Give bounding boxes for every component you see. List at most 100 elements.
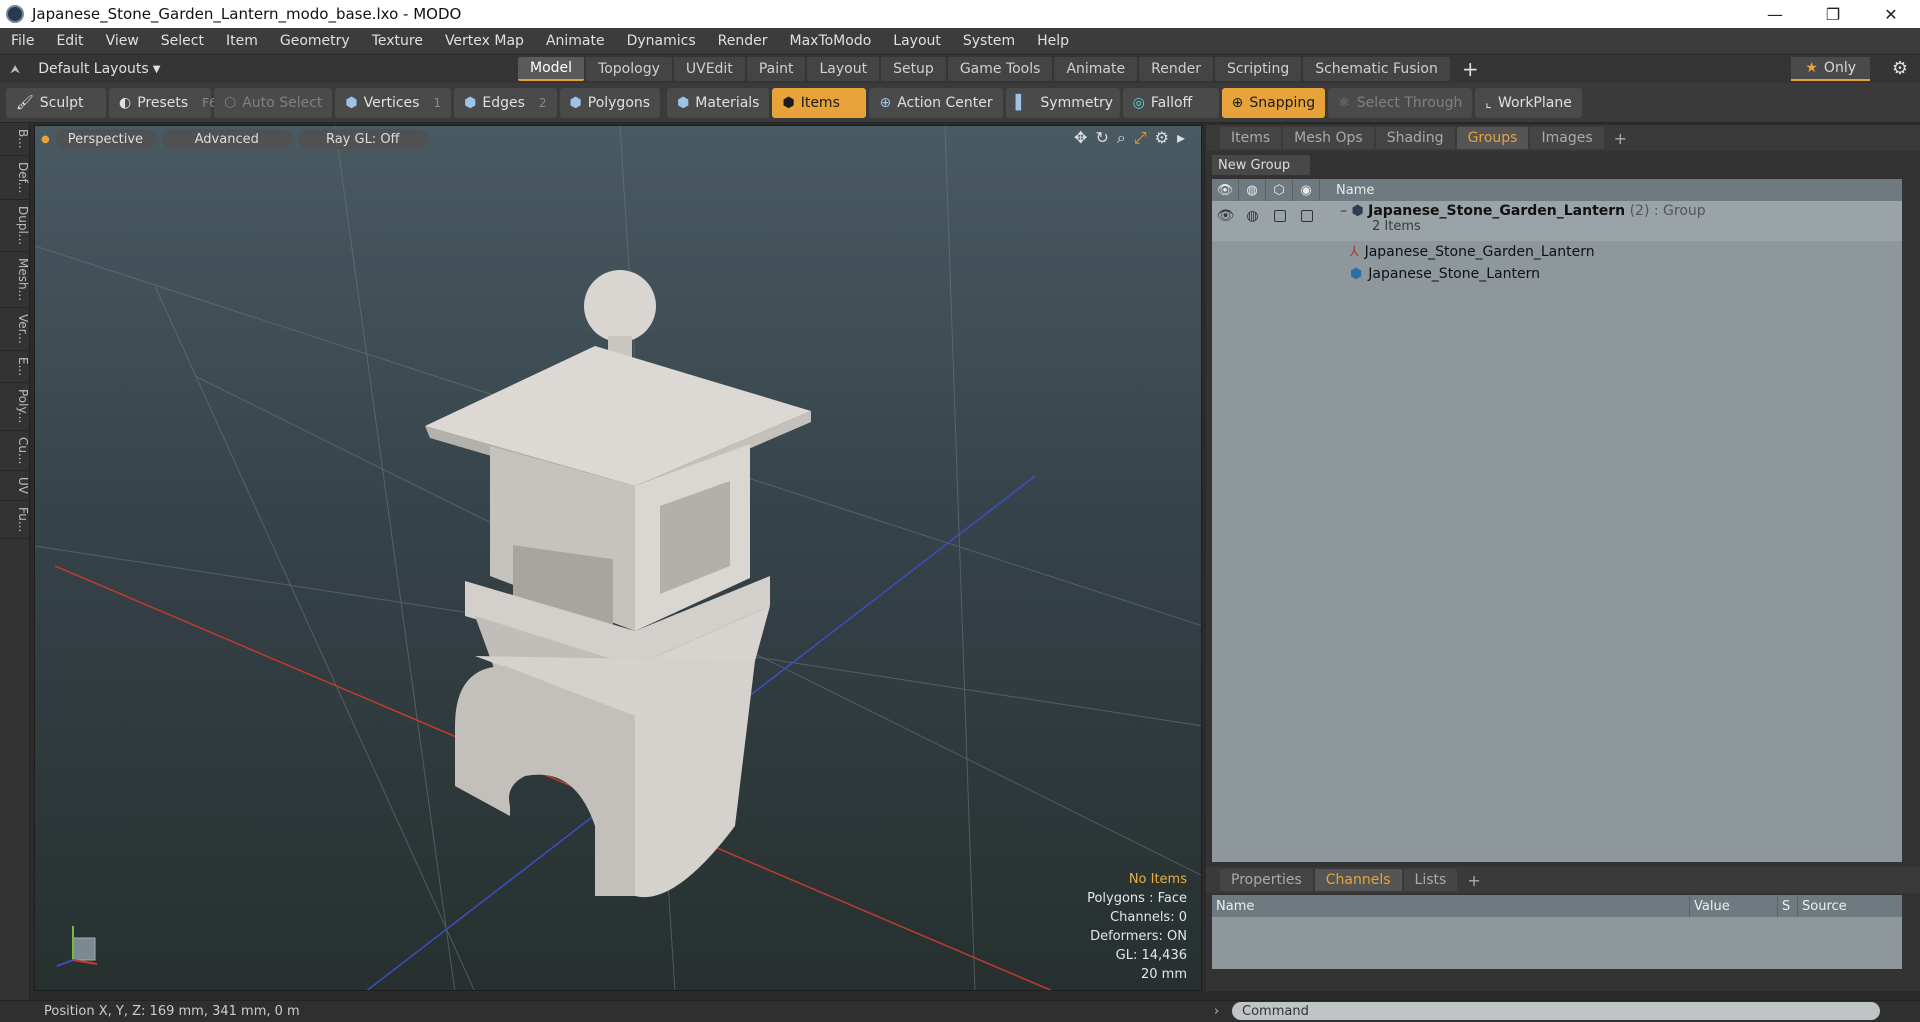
viewport-menu-icon[interactable]: ●	[41, 134, 50, 145]
channel-source-column[interactable]: Source	[1798, 895, 1902, 917]
tab-topology[interactable]: Topology	[586, 57, 672, 81]
add-properties-tab-button[interactable]: +	[1459, 871, 1488, 890]
command-input[interactable]: Command	[1232, 1002, 1880, 1020]
select-through-button[interactable]: ⚛ Select Through	[1328, 87, 1473, 118]
tab-images[interactable]: Images	[1530, 127, 1604, 149]
perspective-dropdown[interactable]: Perspective	[55, 129, 156, 149]
menu-geometry[interactable]: Geometry	[269, 33, 361, 49]
group-lock-checkbox[interactable]	[1266, 205, 1293, 227]
symmetry-button[interactable]: ▌ Symmetry	[1005, 87, 1120, 118]
tab-layout[interactable]: Layout	[807, 57, 880, 81]
default-layouts-dropdown[interactable]: Default Layouts ▼	[30, 61, 168, 77]
menu-help[interactable]: Help	[1026, 33, 1080, 49]
lock-column-icon[interactable]: ⬡	[1266, 179, 1293, 201]
name-column-header[interactable]: Name	[1320, 183, 1374, 198]
workplane-button[interactable]: ⌞ WorkPlane	[1475, 87, 1582, 118]
items-button[interactable]: ⬢ Items	[772, 87, 867, 118]
menu-layout[interactable]: Layout	[882, 33, 952, 49]
menu-item[interactable]: Item	[215, 33, 269, 49]
strip-tab-curve[interactable]: Cu...	[0, 431, 30, 472]
group-row[interactable]: 👁 ◍ – ⬢ Japanese_Stone_Garden_Lantern (2…	[1212, 201, 1902, 241]
menu-maxtomodo[interactable]: MaxToModo	[779, 33, 883, 49]
tab-groups[interactable]: Groups	[1456, 127, 1529, 149]
strip-tab-polygon[interactable]: Poly...	[0, 383, 30, 431]
maximize-button[interactable]: ❐	[1804, 0, 1862, 28]
vertices-button[interactable]: ⬢ Vertices 1	[335, 87, 452, 118]
materials-button[interactable]: ⬢ Materials	[667, 87, 770, 118]
menu-system[interactable]: System	[952, 33, 1026, 49]
tab-channels[interactable]: Channels	[1314, 869, 1402, 891]
group-visibility-icon[interactable]: 👁	[1212, 205, 1239, 227]
strip-tab-deform[interactable]: Def...	[0, 156, 30, 201]
polygons-button[interactable]: ⬢ Polygons	[559, 87, 661, 118]
gear-icon[interactable]: ⚙	[1892, 58, 1908, 79]
visibility-column-icon[interactable]: 👁	[1212, 179, 1239, 201]
strip-tab-mesh[interactable]: Mesh...	[0, 252, 30, 309]
select-column-icon[interactable]: ◉	[1293, 179, 1320, 201]
tab-animate[interactable]: Animate	[1054, 57, 1138, 81]
channel-s-column[interactable]: S	[1778, 895, 1798, 917]
strip-tab-fusion[interactable]: Fu...	[0, 501, 30, 540]
collapse-icon[interactable]: –	[1340, 203, 1347, 219]
polygons-label: Polygons	[587, 94, 651, 111]
advanced-dropdown[interactable]: Advanced	[161, 129, 292, 149]
menu-select[interactable]: Select	[150, 33, 215, 49]
tab-paint[interactable]: Paint	[746, 57, 806, 81]
tab-game-tools[interactable]: Game Tools	[947, 57, 1053, 81]
add-panel-tab-button[interactable]: +	[1606, 129, 1635, 148]
tab-lists[interactable]: Lists	[1403, 869, 1458, 891]
strip-tab-edge[interactable]: E...	[0, 351, 30, 384]
tab-setup[interactable]: Setup	[881, 57, 946, 81]
sculpt-button[interactable]: 🖌 Sculpt	[6, 87, 106, 118]
viewport-settings-icon[interactable]: ⚙	[1155, 128, 1169, 148]
group-child-row[interactable]: ⬢ Japanese_Stone_Lantern	[1212, 263, 1902, 285]
auto-select-button[interactable]: ⬡ Auto Select	[214, 87, 333, 118]
group-render-icon[interactable]: ◍	[1239, 205, 1266, 227]
fit-view-icon[interactable]: ⤢	[1134, 128, 1147, 148]
close-button[interactable]: ✕	[1862, 0, 1920, 28]
stone-lantern-model[interactable]	[425, 270, 811, 898]
menu-texture[interactable]: Texture	[361, 33, 434, 49]
edges-button[interactable]: ⬢ Edges 2	[454, 87, 557, 118]
group-child-row[interactable]: ⅄ Japanese_Stone_Garden_Lantern	[1212, 241, 1902, 263]
strip-tab-basic[interactable]: B...	[0, 123, 30, 156]
tab-model[interactable]: Model	[518, 57, 585, 81]
strip-tab-uv[interactable]: UV	[0, 471, 30, 502]
new-group-button[interactable]: New Group	[1212, 155, 1310, 175]
only-button[interactable]: ★ Only	[1791, 57, 1870, 81]
channel-name-column[interactable]: Name	[1212, 895, 1690, 917]
tab-items[interactable]: Items	[1220, 127, 1282, 149]
action-center-button[interactable]: ⊕ Action Center	[869, 87, 1003, 118]
rotate-view-icon[interactable]: ↻	[1095, 128, 1108, 148]
render-column-icon[interactable]: ◍	[1239, 179, 1266, 201]
menu-file[interactable]: File	[0, 33, 45, 49]
tab-render[interactable]: Render	[1139, 57, 1213, 81]
move-view-icon[interactable]: ✥	[1074, 128, 1087, 148]
tab-properties[interactable]: Properties	[1220, 869, 1313, 891]
zoom-view-icon[interactable]: ⌕	[1117, 128, 1126, 148]
menu-view[interactable]: View	[95, 33, 150, 49]
strip-tab-duplicate[interactable]: Dupl...	[0, 200, 30, 253]
tab-mesh-ops[interactable]: Mesh Ops	[1283, 127, 1374, 149]
falloff-button[interactable]: ◎ Falloff	[1122, 87, 1219, 118]
menu-edit[interactable]: Edit	[45, 33, 94, 49]
tab-uvedit[interactable]: UVEdit	[673, 57, 745, 81]
3d-viewport[interactable]: ● Perspective Advanced Ray GL: Off ✥ ↻ ⌕…	[34, 125, 1202, 991]
menu-render[interactable]: Render	[707, 33, 779, 49]
add-tab-button[interactable]: +	[1452, 57, 1489, 81]
tab-shading[interactable]: Shading	[1375, 127, 1455, 149]
snapping-button[interactable]: ⊕ Snapping	[1221, 87, 1326, 118]
tab-schematic-fusion[interactable]: Schematic Fusion	[1303, 57, 1450, 81]
channel-value-column[interactable]: Value	[1690, 895, 1778, 917]
tab-scripting[interactable]: Scripting	[1214, 57, 1302, 81]
menu-dynamics[interactable]: Dynamics	[616, 33, 707, 49]
group-select-checkbox[interactable]	[1293, 205, 1320, 227]
layout-arrow-icon[interactable]: ⮝	[0, 62, 30, 77]
viewport-expand-icon[interactable]: ▸	[1177, 128, 1185, 148]
menu-vertex-map[interactable]: Vertex Map	[434, 33, 535, 49]
presets-button[interactable]: ◐ Presets F6	[109, 87, 217, 118]
minimize-button[interactable]: —	[1746, 0, 1804, 28]
strip-tab-vertex[interactable]: Ver...	[0, 308, 30, 352]
raygl-dropdown[interactable]: Ray GL: Off	[297, 129, 428, 149]
menu-animate[interactable]: Animate	[535, 33, 616, 49]
